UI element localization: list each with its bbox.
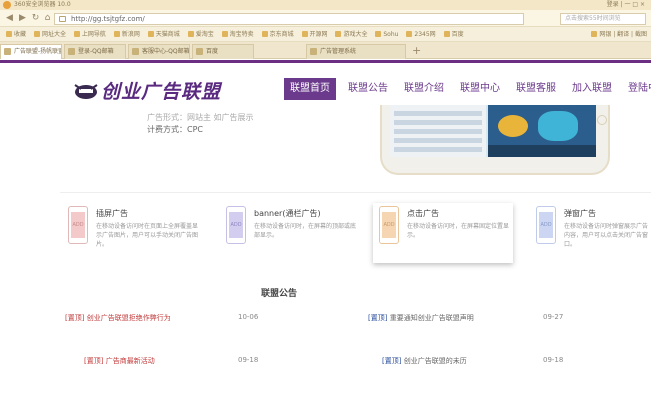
feature-interstitial[interactable]: ADD 插屏广告 在移动设备访问时在页面上全屏覆盖显示广告图片，用户可以手动关闭… [62,203,202,263]
page-main: 广告形式：网站主 如广告展示 计费方式：CPC ADD 插屏广告 在移动设备访问… [0,105,651,400]
feature-desc: 在移动设备访问时，在屏幕的顶部或底部显示。 [254,223,357,239]
phone-screen [390,105,596,157]
tab-qq-mail[interactable]: 登录-QQ邮箱 [64,44,126,59]
lock-icon [59,16,66,22]
bookmark-item[interactable]: 爱淘宝 [188,27,214,41]
phone-mockup-image [380,105,610,175]
phone-icon: ADD [68,206,88,244]
bookmark-item[interactable]: 游戏大全 [335,27,367,41]
window-controls[interactable]: 登录 | 一 □ × [607,0,645,10]
ad-screen: ADD [71,212,85,238]
bookmark-item[interactable]: 新浪网 [114,27,140,41]
feature-desc: 在移动设备访问时在页面上全屏覆盖显示广告图片，用户可以手动关闭广告图片。 [96,223,199,248]
notice-tag: [置顶] [65,314,85,322]
notice-tag: [置顶] [368,314,388,322]
menu-center[interactable]: 联盟中心 [460,78,500,100]
url-input[interactable]: http://gg.tsjtgfz.com/ [54,13,524,25]
ad-screen: ADD [539,212,553,238]
url-text: http://gg.tsjtgfz.com/ [71,15,145,23]
notice-item[interactable]: [置顶] 广告商最新活动 [84,356,155,366]
notice-item[interactable]: [置顶] 创业广告联盟的未历 [382,356,467,366]
browser-titlebar: 360安全浏览器 10.0 登录 | 一 □ × [0,0,651,10]
phone-button [597,115,607,125]
notice-date: 10-06 [238,313,259,321]
phone-screen-list [390,105,486,157]
bookmark-item[interactable]: 网址大全 [34,27,66,41]
phone-icon: ADD [379,206,399,244]
notice-item[interactable]: [置顶] 重要通知创业广告联盟声明 [368,313,474,323]
feature-popup[interactable]: ADD 弹窗广告 在移动设备访问时弹窗展示广告内容，用户可以点击关闭广告窗口。 [530,203,651,263]
phone-icon: ADD [536,206,556,244]
tab-baidu[interactable]: 百度 [192,44,254,59]
menu-service[interactable]: 联盟客服 [516,78,556,100]
feature-desc: 在移动设备访问时，在屏幕固定位置显示。 [407,223,510,239]
site-logo[interactable]: 创业广告联盟 [73,77,223,105]
menu-announcements[interactable]: 联盟公告 [348,78,388,100]
feature-title: 点击广告 [407,209,439,218]
back-arrow-icon[interactable]: ◀ [4,13,15,24]
bookmark-item[interactable]: 淘宝特卖 [222,27,254,41]
feature-title: banner(通栏广告) [254,209,321,218]
notice-text: 创业广告联盟拒绝作弊行为 [86,314,171,322]
tab-ad-system[interactable]: 广告管理系统 [306,44,406,59]
forward-arrow-icon[interactable]: ▶ [17,13,28,24]
bookmark-item[interactable]: 京东商城 [262,27,294,41]
browser-logo-icon [3,1,11,9]
bookmarks-bar: 收藏 网址大全 上网导航 新浪网 天猫商城 爱淘宝 淘宝特卖 京东商城 开源网 … [0,27,651,42]
browser-title: 360安全浏览器 10.0 [14,1,71,8]
address-bar: ◀ ▶ ↻ ⌂ http://gg.tsjtgfz.com/ 点击搜索55时间浏… [0,10,651,27]
notice-text: 广告商最新活动 [105,357,155,365]
bookmark-item[interactable]: 2345网 [406,27,435,41]
bookmark-item[interactable]: 开源网 [302,27,328,41]
section-divider [60,192,651,193]
notice-tag: [置顶] [382,357,402,365]
bookmark-item[interactable]: 百度 [444,27,464,41]
new-tab-button[interactable]: + [412,44,421,57]
feature-title: 插屏广告 [96,209,128,218]
bookmark-item[interactable]: Sohu [375,27,398,41]
phone-icon: ADD [226,206,246,244]
home-icon[interactable]: ⌂ [42,13,53,24]
logo-text: 创业广告联盟 [101,81,222,103]
feature-title: 弹窗广告 [564,209,596,218]
search-input[interactable]: 点击搜索55时间浏览 [560,13,646,25]
menu-about[interactable]: 联盟介绍 [404,78,444,100]
notices-title: 联盟公告 [260,289,297,299]
menu-home[interactable]: 联盟首页 [284,78,336,100]
refresh-icon[interactable]: ↻ [30,13,41,24]
logo-mascot-icon [74,84,98,99]
feature-desc: 在移动设备访问时弹窗展示广告内容，用户可以点击关闭广告窗口。 [564,223,649,248]
bookmarks-right-tools[interactable]: 网银 | 翻译 | 截图 [591,27,647,41]
search-placeholder: 点击搜索55时间浏览 [565,15,621,22]
notice-text: 创业广告联盟的未历 [403,357,467,365]
bookmark-item[interactable]: 上网导航 [74,27,106,41]
phone-screen-game-image [488,105,596,157]
notice-text: 重要通知创业广告联盟声明 [389,314,474,322]
feature-banner[interactable]: ADD banner(通栏广告) 在移动设备访问时，在屏幕的顶部或底部显示。 [220,203,360,263]
menu-join[interactable]: 加入联盟 [572,78,612,100]
feature-click[interactable]: ADD 点击广告 在移动设备访问时，在屏幕固定位置显示。 [373,203,513,263]
notice-tag: [置顶] [84,357,104,365]
ad-screen: ADD [229,212,243,238]
tab-qq-service[interactable]: 客服中心-QQ邮箱 [128,44,190,59]
notice-date: 09-18 [543,356,564,364]
ad-screen: ADD [382,212,396,238]
bookmark-item[interactable]: 收藏 [6,27,26,41]
notice-item[interactable]: [置顶] 创业广告联盟拒绝作弊行为 [65,313,171,323]
bookmark-item[interactable]: 天猫商城 [148,27,180,41]
hero-line-2: 计费方式：CPC [147,125,203,134]
hero-line-1: 广告形式：网站主 如广告展示 [147,113,254,122]
tab-alliance[interactable]: 广告联盟-扬帆联盟 [0,44,62,59]
tab-strip: 广告联盟-扬帆联盟 登录-QQ邮箱 客服中心-QQ邮箱 百度 广告管理系统 + [0,42,651,59]
notice-date: 09-18 [238,356,259,364]
menu-login[interactable]: 登陆中 [628,78,651,100]
notice-date: 09-27 [543,313,564,321]
